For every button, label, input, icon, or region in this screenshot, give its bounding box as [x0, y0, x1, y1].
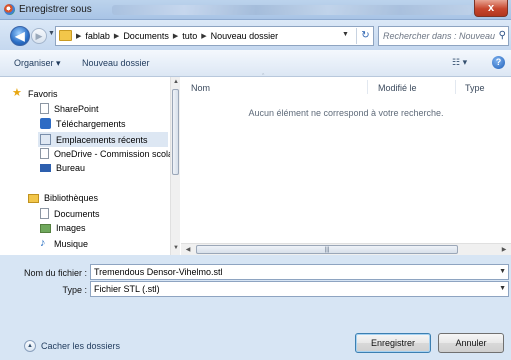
breadcrumb: ▶ fablab ▶ Documents ▶ tuto ▶ Nouveau do… [76, 31, 278, 42]
sidebar-scrollbar-thumb[interactable] [172, 89, 179, 175]
navigation-bar: ◀ ▶ ▼ ▶ fablab ▶ Documents ▶ tuto ▶ Nouv… [0, 20, 511, 50]
breadcrumb-fablab[interactable]: fablab [85, 31, 110, 42]
help-button[interactable]: ? [492, 56, 505, 69]
view-options-button[interactable]: ☷ ▾ [452, 57, 467, 68]
scroll-up-icon[interactable]: ▲ [171, 79, 180, 85]
sidebar-item-emplacements-recents[interactable]: Emplacements récents [38, 132, 168, 147]
sort-indicator-icon: ˆ [262, 74, 265, 81]
breadcrumb-tuto[interactable]: tuto [182, 31, 197, 42]
arrow-right-icon: ▶ [35, 31, 43, 41]
folder-icon [59, 30, 72, 41]
back-button[interactable]: ◀ [10, 26, 30, 46]
sidebar-item-label: Bibliothèques [44, 193, 99, 203]
filename-label: Nom du fichier : [23, 268, 87, 278]
chevron-down-icon[interactable]: ▼ [499, 285, 506, 292]
chevron-right-icon: ▶ [113, 33, 120, 40]
scroll-down-icon[interactable]: ▼ [171, 245, 180, 251]
horizontal-scrollbar[interactable]: ◀ ||| ▶ [181, 243, 511, 255]
address-bar[interactable]: ▶ fablab ▶ Documents ▶ tuto ▶ Nouveau do… [55, 26, 374, 46]
empty-message: Aucun élément ne correspond à votre rech… [248, 108, 444, 118]
sidebar-item-onedrive[interactable]: OneDrive - Commission scolai [40, 148, 175, 159]
sidebar-item-label: OneDrive - Commission scolai [54, 148, 176, 159]
star-icon: ★ [12, 87, 22, 99]
filename-input[interactable]: Tremendous Densor-Vihelmo.stl [94, 267, 223, 277]
save-button[interactable]: Enregistrer [355, 333, 431, 353]
window-title: Enregistrer sous [19, 4, 92, 15]
navigation-pane: ★ Favoris SharePoint Téléchargements Emp… [0, 77, 180, 255]
file-list-pane: Nom ˆ Modifié le Type Aucun élément ne c… [181, 74, 511, 243]
document-icon [40, 208, 49, 219]
hide-folders-toggle[interactable]: ▲ Cacher les dossiers [24, 340, 120, 352]
history-dropdown[interactable]: ▼ [48, 30, 55, 37]
sidebar-item-images[interactable]: Images [40, 223, 86, 233]
refresh-button[interactable]: ↻ [356, 28, 374, 44]
sidebar-item-bureau[interactable]: Bureau [40, 163, 85, 173]
command-bar: Organiser ▾ Nouveau dossier ☷ ▾ ? [0, 50, 511, 77]
sidebar-item-favoris[interactable]: ★ Favoris [12, 88, 58, 99]
sidebar-item-label: Documents [54, 208, 100, 219]
recent-places-icon [40, 134, 51, 145]
hide-folders-label: Cacher les dossiers [41, 341, 121, 351]
breadcrumb-documents[interactable]: Documents [123, 31, 169, 42]
column-header-name[interactable]: Nom [191, 83, 210, 93]
sidebar-item-documents[interactable]: Documents [40, 208, 100, 219]
column-divider[interactable] [367, 80, 368, 94]
type-label: Type : [62, 285, 87, 295]
horizontal-scrollbar-thumb[interactable]: ||| [196, 245, 458, 254]
sidebar-item-label: Bureau [56, 163, 86, 173]
filename-field[interactable]: Tremendous Densor-Vihelmo.stl ▼ [90, 264, 509, 280]
organize-menu[interactable]: Organiser ▾ [14, 58, 61, 69]
sidebar-item-telechargements[interactable]: Téléchargements [40, 118, 126, 129]
forward-button[interactable]: ▶ [31, 28, 47, 44]
sidebar-item-label: Emplacements récents [56, 134, 148, 145]
close-button[interactable]: x [474, 0, 508, 17]
arrow-left-icon: ◀ [15, 29, 25, 43]
images-icon [40, 223, 51, 233]
desktop-icon [40, 164, 51, 172]
breadcrumb-nouveau-dossier[interactable]: Nouveau dossier [211, 31, 279, 42]
search-icon[interactable]: ⚲ [499, 30, 506, 41]
refresh-icon: ↻ [361, 30, 370, 41]
chevron-up-icon: ▲ [24, 340, 36, 352]
search-field[interactable]: Rechercher dans : Nouveau do... ⚲ [378, 26, 509, 46]
content-area: ★ Favoris SharePoint Téléchargements Emp… [0, 74, 511, 255]
sidebar-item-label: Téléchargements [56, 118, 126, 129]
chevron-right-icon: ▶ [172, 33, 179, 40]
sidebar-item-label: Musique [54, 238, 89, 249]
grip-icon: ||| [324, 247, 330, 253]
save-form: Nom du fichier : Tremendous Densor-Vihel… [0, 255, 511, 360]
chevron-right-icon: ▶ [201, 33, 207, 40]
title-bar: Enregistrer sous x [0, 0, 511, 20]
music-icon: ♪ [40, 237, 46, 249]
cancel-button[interactable]: Annuler [438, 333, 504, 353]
document-icon [40, 148, 49, 159]
document-icon [40, 103, 49, 114]
new-folder-button[interactable]: Nouveau dossier [82, 58, 150, 68]
column-divider[interactable] [455, 80, 456, 94]
scroll-right-icon[interactable]: ▶ [499, 246, 509, 253]
libraries-icon [28, 193, 39, 203]
downloads-icon [40, 118, 51, 129]
sidebar-item-musique[interactable]: ♪ Musique [40, 238, 88, 249]
scroll-left-icon[interactable]: ◀ [183, 246, 193, 253]
sidebar-item-label: SharePoint [54, 103, 99, 114]
sidebar-item-bibliotheques[interactable]: Bibliothèques [28, 193, 98, 203]
address-dropdown-icon[interactable]: ▼ [342, 31, 349, 38]
search-input[interactable]: Rechercher dans : Nouveau do... [383, 31, 495, 41]
chevron-down-icon[interactable]: ▼ [499, 268, 506, 275]
background-tabs [112, 5, 472, 15]
sidebar-item-sharepoint[interactable]: SharePoint [40, 103, 99, 114]
sidebar-scrollbar[interactable]: ▲ ▼ [170, 77, 180, 255]
chevron-down-icon: ▼ [48, 30, 55, 37]
app-icon [4, 4, 15, 15]
file-type-value: Fichier STL (.stl) [94, 284, 160, 294]
chevron-right-icon: ▶ [76, 33, 82, 40]
file-type-select[interactable]: Fichier STL (.stl) ▼ [90, 281, 509, 297]
sidebar-item-label: Favoris [28, 88, 58, 99]
sidebar-item-label: Images [56, 223, 86, 233]
column-header-modified[interactable]: Modifié le [378, 83, 417, 93]
column-header-type[interactable]: Type [465, 83, 485, 93]
